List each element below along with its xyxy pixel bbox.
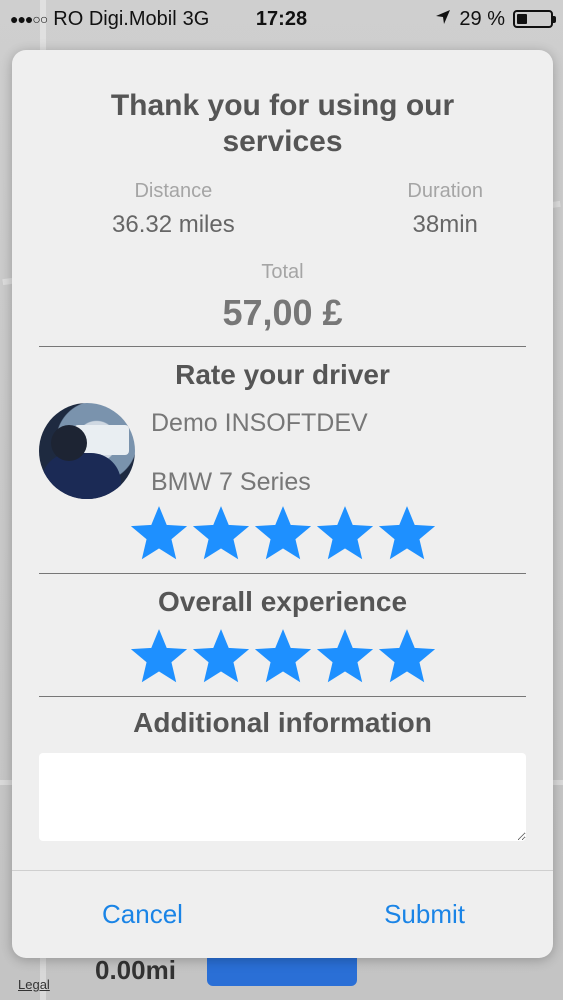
duration-value: 38min — [412, 211, 478, 238]
distance-label: Distance — [134, 180, 213, 202]
additional-info-title: Additional information — [133, 707, 432, 738]
dialog-title: Thank you for using our services — [110, 89, 455, 158]
driver-star-icon-2[interactable] — [192, 505, 250, 563]
location-arrow-icon — [435, 8, 451, 31]
driver-star-icon-5[interactable] — [378, 505, 436, 563]
dialog-actions: Cancel Submit — [12, 870, 553, 958]
driver-car: BMW 7 Series — [151, 468, 311, 496]
distance-value: 36.32 miles — [112, 211, 235, 238]
driver-avatar — [39, 403, 135, 499]
duration-label: Duration — [407, 180, 483, 202]
experience-star-icon-2[interactable] — [192, 628, 250, 686]
driver-rating-stars[interactable] — [12, 505, 553, 563]
submit-button[interactable]: Submit — [384, 899, 465, 930]
cancel-button[interactable]: Cancel — [102, 899, 183, 930]
divider — [39, 696, 526, 697]
experience-title: Overall experience — [157, 586, 408, 617]
legal-link[interactable]: Legal — [18, 977, 50, 992]
distance-stat: Distance 36.32 miles — [112, 180, 235, 239]
carrier-label: RO Digi.Mobil — [53, 7, 177, 30]
network-label: 3G — [182, 7, 210, 30]
driver-star-icon-4[interactable] — [316, 505, 374, 563]
driver-star-icon-3[interactable] — [254, 505, 312, 563]
status-bar: ●●●○○ RO Digi.Mobil 3G 17:28 29 % — [0, 0, 563, 38]
battery-icon — [513, 10, 556, 28]
experience-star-icon-4[interactable] — [316, 628, 374, 686]
total-value: 57,00 £ — [222, 292, 343, 333]
rating-dialog: Thank you for using our services Distanc… — [12, 50, 553, 958]
additional-info-input[interactable] — [39, 753, 526, 841]
experience-star-icon-5[interactable] — [378, 628, 436, 686]
driver-info-row: Demo INSOFTDEV BMW 7 Series — [12, 403, 553, 499]
driver-star-icon-1[interactable] — [130, 505, 188, 563]
duration-stat: Duration 38min — [407, 180, 483, 239]
total-stat: Total 57,00 £ — [12, 261, 553, 334]
experience-star-icon-1[interactable] — [130, 628, 188, 686]
total-label: Total — [261, 261, 304, 283]
signal-strength-icon: ●●●○○ — [10, 11, 48, 27]
battery-percent: 29 % — [459, 7, 505, 30]
driver-name: Demo INSOFTDEV — [151, 409, 368, 437]
experience-star-icon-3[interactable] — [254, 628, 312, 686]
distance-readout: 0.00mi — [95, 955, 176, 985]
divider — [39, 346, 526, 347]
rate-driver-title: Rate your driver — [175, 359, 390, 390]
trip-stats: Distance 36.32 miles Duration 38min — [12, 180, 553, 239]
divider — [39, 573, 526, 574]
experience-rating-stars[interactable] — [12, 628, 553, 686]
